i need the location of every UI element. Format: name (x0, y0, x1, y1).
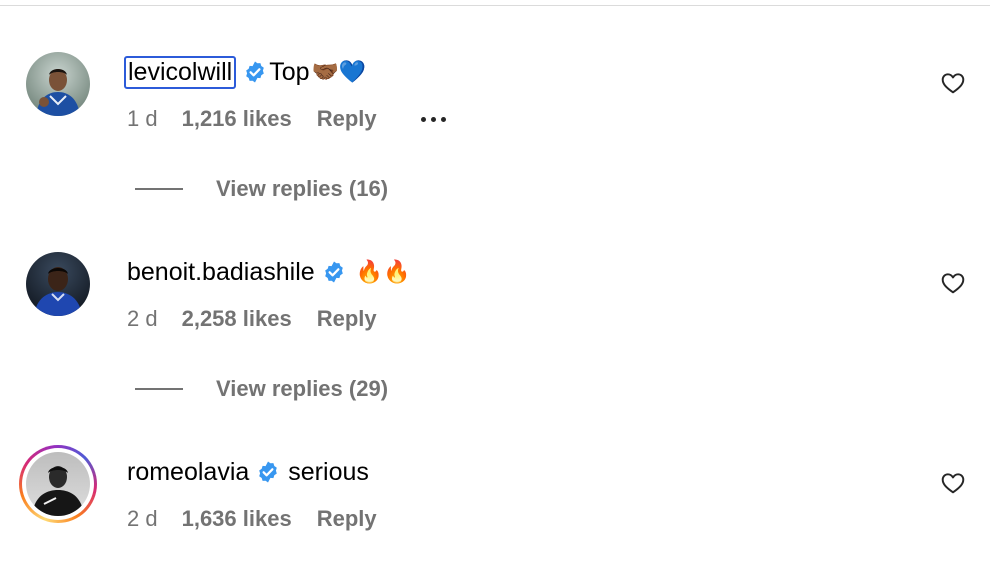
comment-item: levicolwill Top 🤝🏾💙 1 d 1,216 likes Repl… (0, 44, 990, 154)
verified-badge-icon (324, 261, 343, 283)
view-replies-button[interactable]: View replies (16) (135, 176, 388, 202)
likes-count[interactable]: 2,258 likes (182, 306, 292, 332)
comment-header: levicolwill Top 🤝🏾💙 (124, 54, 367, 90)
verified-badge-icon (246, 61, 264, 83)
comment-emoji: 🤝🏾💙 (311, 59, 367, 84)
comment-header: romeolavia serious (127, 454, 371, 490)
verified-badge-icon (259, 461, 278, 483)
avatar[interactable] (26, 52, 90, 116)
comment-time[interactable]: 2 d (127, 506, 158, 532)
reply-button[interactable]: Reply (317, 506, 377, 532)
like-heart-icon[interactable] (940, 470, 966, 496)
username-link[interactable]: benoit.badiashile (127, 258, 315, 287)
comment-meta: 2 d 1,636 likes Reply (127, 506, 377, 532)
like-heart-icon[interactable] (940, 270, 966, 296)
comment-item: benoit.badiashile 🔥🔥 2 d 2,258 likes Rep… (0, 244, 990, 354)
avatar[interactable] (26, 452, 90, 516)
view-replies-label[interactable]: View replies (29) (216, 376, 388, 402)
view-replies-label[interactable]: View replies (16) (216, 176, 388, 202)
comment-item: romeolavia serious 2 d 1,636 likes Reply (0, 444, 990, 554)
replies-divider (135, 388, 183, 390)
replies-divider (135, 188, 183, 190)
more-options-icon[interactable] (420, 116, 446, 122)
comment-time[interactable]: 1 d (127, 106, 158, 132)
likes-count[interactable]: 1,636 likes (182, 506, 292, 532)
reply-button[interactable]: Reply (317, 106, 377, 132)
reply-button[interactable]: Reply (317, 306, 377, 332)
like-heart-icon[interactable] (940, 70, 966, 96)
avatar[interactable] (26, 252, 90, 316)
comment-text: Top (269, 57, 310, 86)
username-link[interactable]: romeolavia (127, 458, 249, 487)
view-replies-button[interactable]: View replies (29) (135, 376, 388, 402)
top-divider (0, 0, 990, 6)
comment-time[interactable]: 2 d (127, 306, 158, 332)
story-ring[interactable] (19, 445, 97, 523)
comment-meta: 1 d 1,216 likes Reply (127, 106, 446, 132)
comment-header: benoit.badiashile 🔥🔥 (127, 254, 410, 290)
comment-text: serious (288, 457, 369, 486)
likes-count[interactable]: 1,216 likes (182, 106, 292, 132)
username-link[interactable]: levicolwill (124, 55, 237, 89)
comment-emoji: 🔥🔥 (355, 259, 411, 284)
comment-meta: 2 d 2,258 likes Reply (127, 306, 377, 332)
